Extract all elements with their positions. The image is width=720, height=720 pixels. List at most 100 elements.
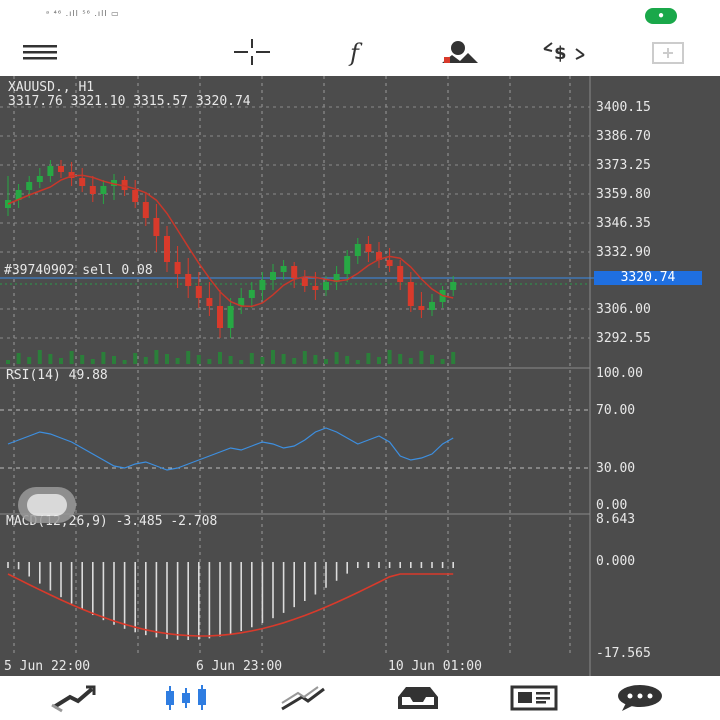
volume-bar [27,357,32,364]
date-label: 6 Jun 23:00 [196,659,283,674]
volume-bar [377,357,381,364]
candle-body [344,256,351,274]
volume-bar [207,359,212,364]
candle-body [26,182,33,190]
candle-body [397,266,404,282]
order-label[interactable]: #39740902 sell 0.08 [4,263,153,278]
candle-body [142,202,149,218]
volume-bar [48,354,53,364]
svg-text:$: $ [554,43,567,64]
trade-icon[interactable] [276,680,332,716]
price-tick: 3373.25 [596,158,651,173]
candle-body [323,282,329,290]
chart-ohlc: 3317.76 3321.10 3315.57 3320.74 [8,94,251,109]
volume-bar [59,358,63,364]
candle-body [291,266,298,278]
volume-bar [80,355,85,364]
volume-bar [324,359,328,364]
volume-bar [175,358,180,364]
chart-icon[interactable] [160,680,216,716]
candle-body [450,282,457,290]
volume-bar [37,350,42,364]
indicators-icon[interactable]: f [334,34,382,70]
candle-body [89,186,96,194]
volume-bar [419,351,424,364]
volume-bar [122,360,127,364]
bottom-navigation [0,676,720,720]
quotes-icon[interactable] [46,680,102,716]
volume-bar [133,353,138,364]
candle-body [185,274,192,286]
volume-bar [228,356,233,364]
macd-level: 8.643 [596,512,636,527]
price-tick: 3400.15 [596,100,651,115]
trade-icon[interactable]: $ [540,34,588,70]
floating-assistive-button[interactable] [18,487,76,523]
candle-body [206,298,213,306]
price-tick: 3292.55 [596,331,651,346]
chat-icon[interactable] [612,680,668,716]
rsi-label: RSI(14) 49.88 [6,368,108,383]
rsi-level: 70.00 [596,403,636,418]
candle-body [132,190,139,202]
volume-bar [165,354,169,364]
price-tick: 3306.00 [596,302,651,317]
volume-bar [260,357,265,364]
candle-body [418,306,425,310]
add-window-icon[interactable] [644,34,692,70]
candle-body [153,218,160,236]
objects-icon[interactable] [436,34,484,70]
volume-bar [271,350,275,364]
volume-bar [186,351,191,364]
chart-area[interactable]: XAUUSD., H1 3317.76 3321.10 3315.57 3320… [0,76,720,676]
volume-bar [281,354,286,364]
rsi-level: 30.00 [596,461,636,476]
candle-body [217,306,223,328]
candle-body [270,272,276,280]
candle-body [280,266,287,272]
volume-bar [196,355,201,364]
volume-bar [451,352,456,364]
volume-bar [302,351,307,364]
crosshair-icon[interactable] [228,34,276,70]
candle-body [301,278,308,286]
candle-body [47,166,54,176]
price-tick: 3386.70 [596,129,651,144]
candle-body [195,286,202,298]
signal-status-text: ᵃ ⁴⁶ .ıll ⁵⁶ .ıll ▭ [46,9,120,18]
volume-bar [398,354,403,364]
volume-bar [6,360,10,364]
candle-body [386,260,393,266]
volume-bar [440,359,445,364]
volume-bar [334,352,339,364]
price-tick: 3346.35 [596,216,651,231]
volume-bar [430,355,434,364]
volume-bar [154,350,159,364]
volume-bar [408,358,413,364]
volume-bar [366,353,371,364]
microphone-icon[interactable]: ● [645,8,677,24]
volume-bar [112,356,116,364]
volume-bar [387,350,392,364]
status-bar: ᵃ ⁴⁶ .ıll ⁵⁶ .ıll ▭ ● [0,0,720,30]
menu-icon[interactable] [16,34,64,70]
volume-bar [69,351,74,364]
current-price-label: 3320.74 [594,271,702,285]
candle-body [79,178,86,186]
svg-text:f: f [348,39,363,67]
history-icon[interactable] [390,680,446,716]
volume-bar [90,359,95,364]
volume-bar [292,358,297,364]
volume-bar [218,352,222,364]
candle-body [365,244,372,252]
volume-bar [345,356,350,364]
candle-body [58,166,64,172]
news-icon[interactable] [506,680,562,716]
candle-body [227,306,234,328]
volume-bar [101,352,106,364]
candle-body [354,244,361,256]
candle-body [164,236,170,262]
rsi-level: 0.00 [596,498,628,513]
candle-body [429,302,435,310]
volume-bar [313,355,318,364]
